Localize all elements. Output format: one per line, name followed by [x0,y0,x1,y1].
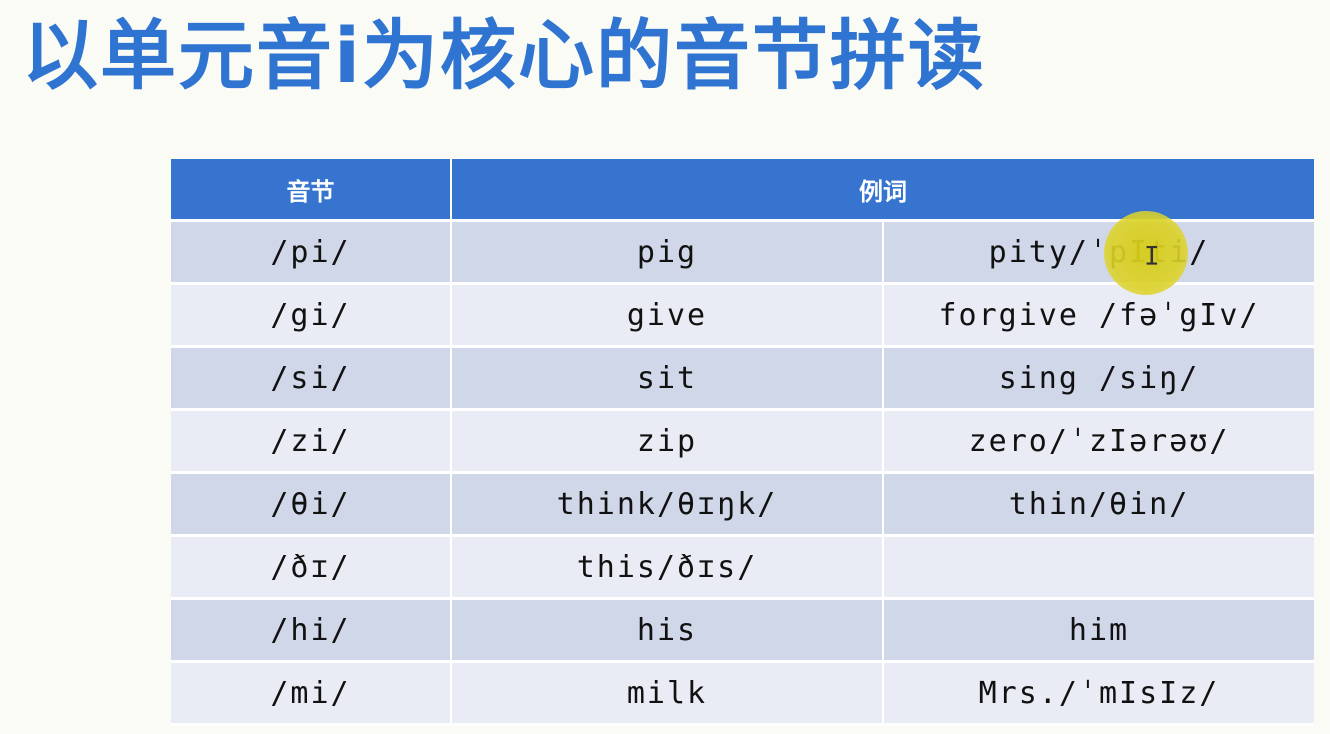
example-word-cell [883,535,1314,600]
syllable-cell: /zi/ [171,409,452,474]
table-row: /hi/ his him [171,598,1314,663]
syllable-cell: /pi/ [171,220,452,285]
example-word-cell: this/ðɪs/ [451,535,884,600]
example-word-cell: sing /siŋ/ [883,346,1314,411]
syllable-cell: /si/ [171,346,452,411]
example-word-cell: forgive /fəˈgIv/ [883,283,1314,348]
table-row: /ðɪ/ this/ðɪs/ [171,535,1314,600]
syllable-cell: /gi/ [171,283,452,348]
table-row: /si/ sit sing /siŋ/ [171,346,1314,411]
page-title: 以单元音i为核心的音节拼读 [22,11,987,100]
table-row: /mi/ milk Mrs./ˈmIsIz/ [171,661,1314,726]
header-example-words: 例词 [451,159,1314,222]
text-cursor-icon: Ι [1144,242,1160,272]
syllable-cell: /hi/ [171,598,452,663]
example-word-cell: thin/θin/ [883,472,1314,537]
example-word-cell: milk [451,661,884,726]
example-word-cell: Mrs./ˈmIsIz/ [883,661,1314,726]
syllable-cell: /mi/ [171,661,452,726]
table-row: /zi/ zip zero/ˈzIərəʊ/ [171,409,1314,474]
example-word-cell: his [451,598,884,663]
table-row: /θi/ think/θɪŋk/ thin/θin/ [171,472,1314,537]
header-syllable: 音节 [171,159,452,222]
example-word-cell: him [883,598,1314,663]
example-word-cell: pig [451,220,884,285]
example-word-cell: give [451,283,884,348]
example-word-cell[interactable]: pity/ˈpIti/ [883,220,1314,285]
syllable-cell: /ðɪ/ [171,535,452,600]
example-word-cell: zero/ˈzIərəʊ/ [883,409,1314,474]
syllable-cell: /θi/ [171,472,452,537]
example-word-cell: sit [451,346,884,411]
example-word-cell: think/θɪŋk/ [451,472,884,537]
example-word-cell: zip [451,409,884,474]
